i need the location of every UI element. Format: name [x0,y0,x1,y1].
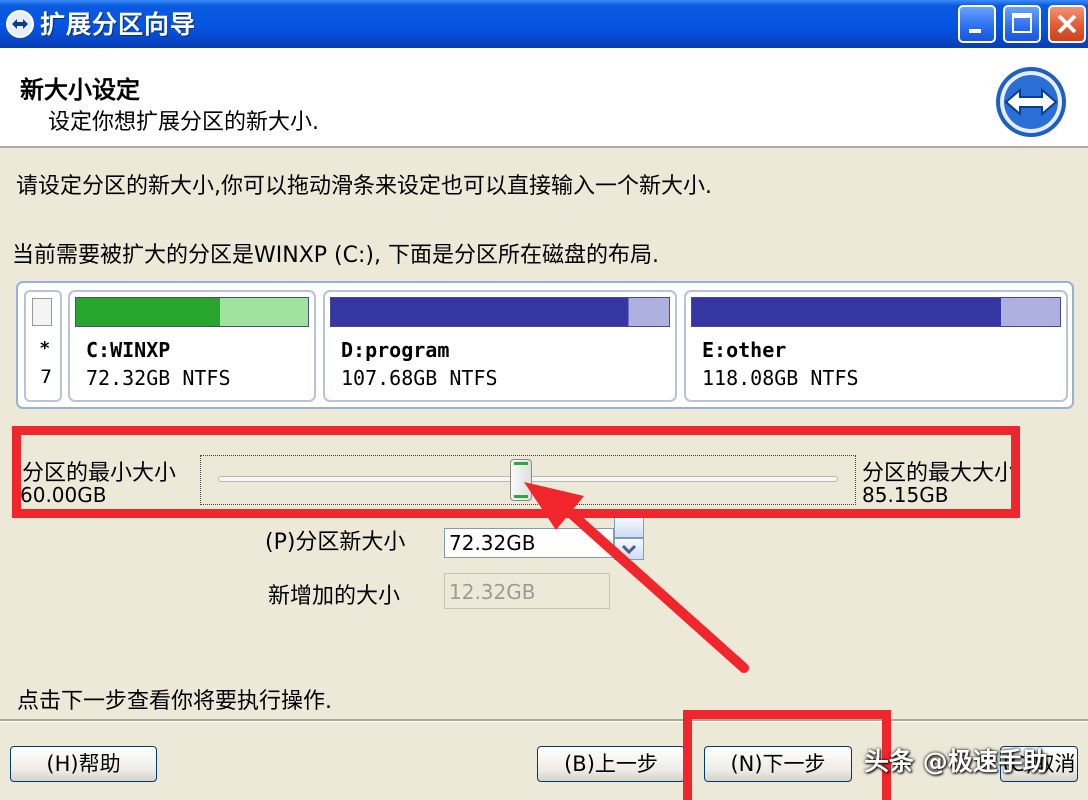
highlight-box-slider [12,426,1020,518]
help-button[interactable]: (H)帮助 [10,746,157,782]
resize-arrows-icon [996,67,1066,137]
partition-info: 72.32GB NTFS [86,366,231,390]
close-icon [1057,14,1077,34]
instruction-text: 请设定分区的新大小,你可以拖动滑条来设定也可以直接输入一个新大小. [16,174,712,199]
partition-card-e[interactable]: E:other 118.08GB NTFS [684,290,1068,402]
partition-card-d[interactable]: D:program 107.68GB NTFS [323,290,677,402]
added-size-field: 12.32GB [444,573,610,609]
watermark-text: 头条 @极速手助 [864,747,1048,776]
disk-number: 7 [40,366,53,388]
added-size-label: 新增加的大小 [268,584,401,609]
new-size-spin-down[interactable] [614,538,644,560]
partition-usage-bar [691,297,1061,327]
partition-name: C:WINXP [86,338,171,362]
highlight-box-next [683,710,891,800]
maximize-button[interactable] [1003,5,1041,43]
header-title: 新大小设定 [20,76,140,104]
app-icon [6,10,34,38]
partition-card-c[interactable]: C:WINXP 72.32GB NTFS [68,290,316,402]
minimize-icon [969,29,981,33]
partition-info: 118.08GB NTFS [702,366,859,390]
wizard-header: 新大小设定 设定你想扩展分区的新大小. [0,48,1088,148]
disk-icon [32,298,52,326]
back-button[interactable]: (B)上一步 [537,746,685,782]
title-bar[interactable]: 扩展分区向导 [0,0,1088,48]
footer-separator [0,719,1088,722]
minimize-button[interactable] [958,5,996,43]
maximize-icon [1012,13,1032,33]
partition-usage-bar [330,297,670,327]
partition-usage-bar [75,297,309,327]
chevron-down-icon [621,544,637,555]
disk-card: * 7 [24,290,62,402]
hint-text: 点击下一步查看你将要执行操作. [17,689,332,714]
partition-info: 107.68GB NTFS [341,366,498,390]
new-size-input[interactable]: 72.32GB [444,528,614,558]
close-button[interactable] [1048,5,1086,43]
new-size-spin-up[interactable] [614,516,644,538]
new-size-label: (P)分区新大小 [265,530,406,555]
partition-name: E:other [702,338,787,362]
current-partition-text: 当前需要被扩大的分区是WINXP (C:), 下面是分区所在磁盘的布局. [12,243,659,268]
window-title: 扩展分区向导 [40,10,197,39]
header-subtitle: 设定你想扩展分区的新大小. [48,110,319,135]
partition-name: D:program [341,338,450,362]
disk-marker: * [40,338,50,359]
